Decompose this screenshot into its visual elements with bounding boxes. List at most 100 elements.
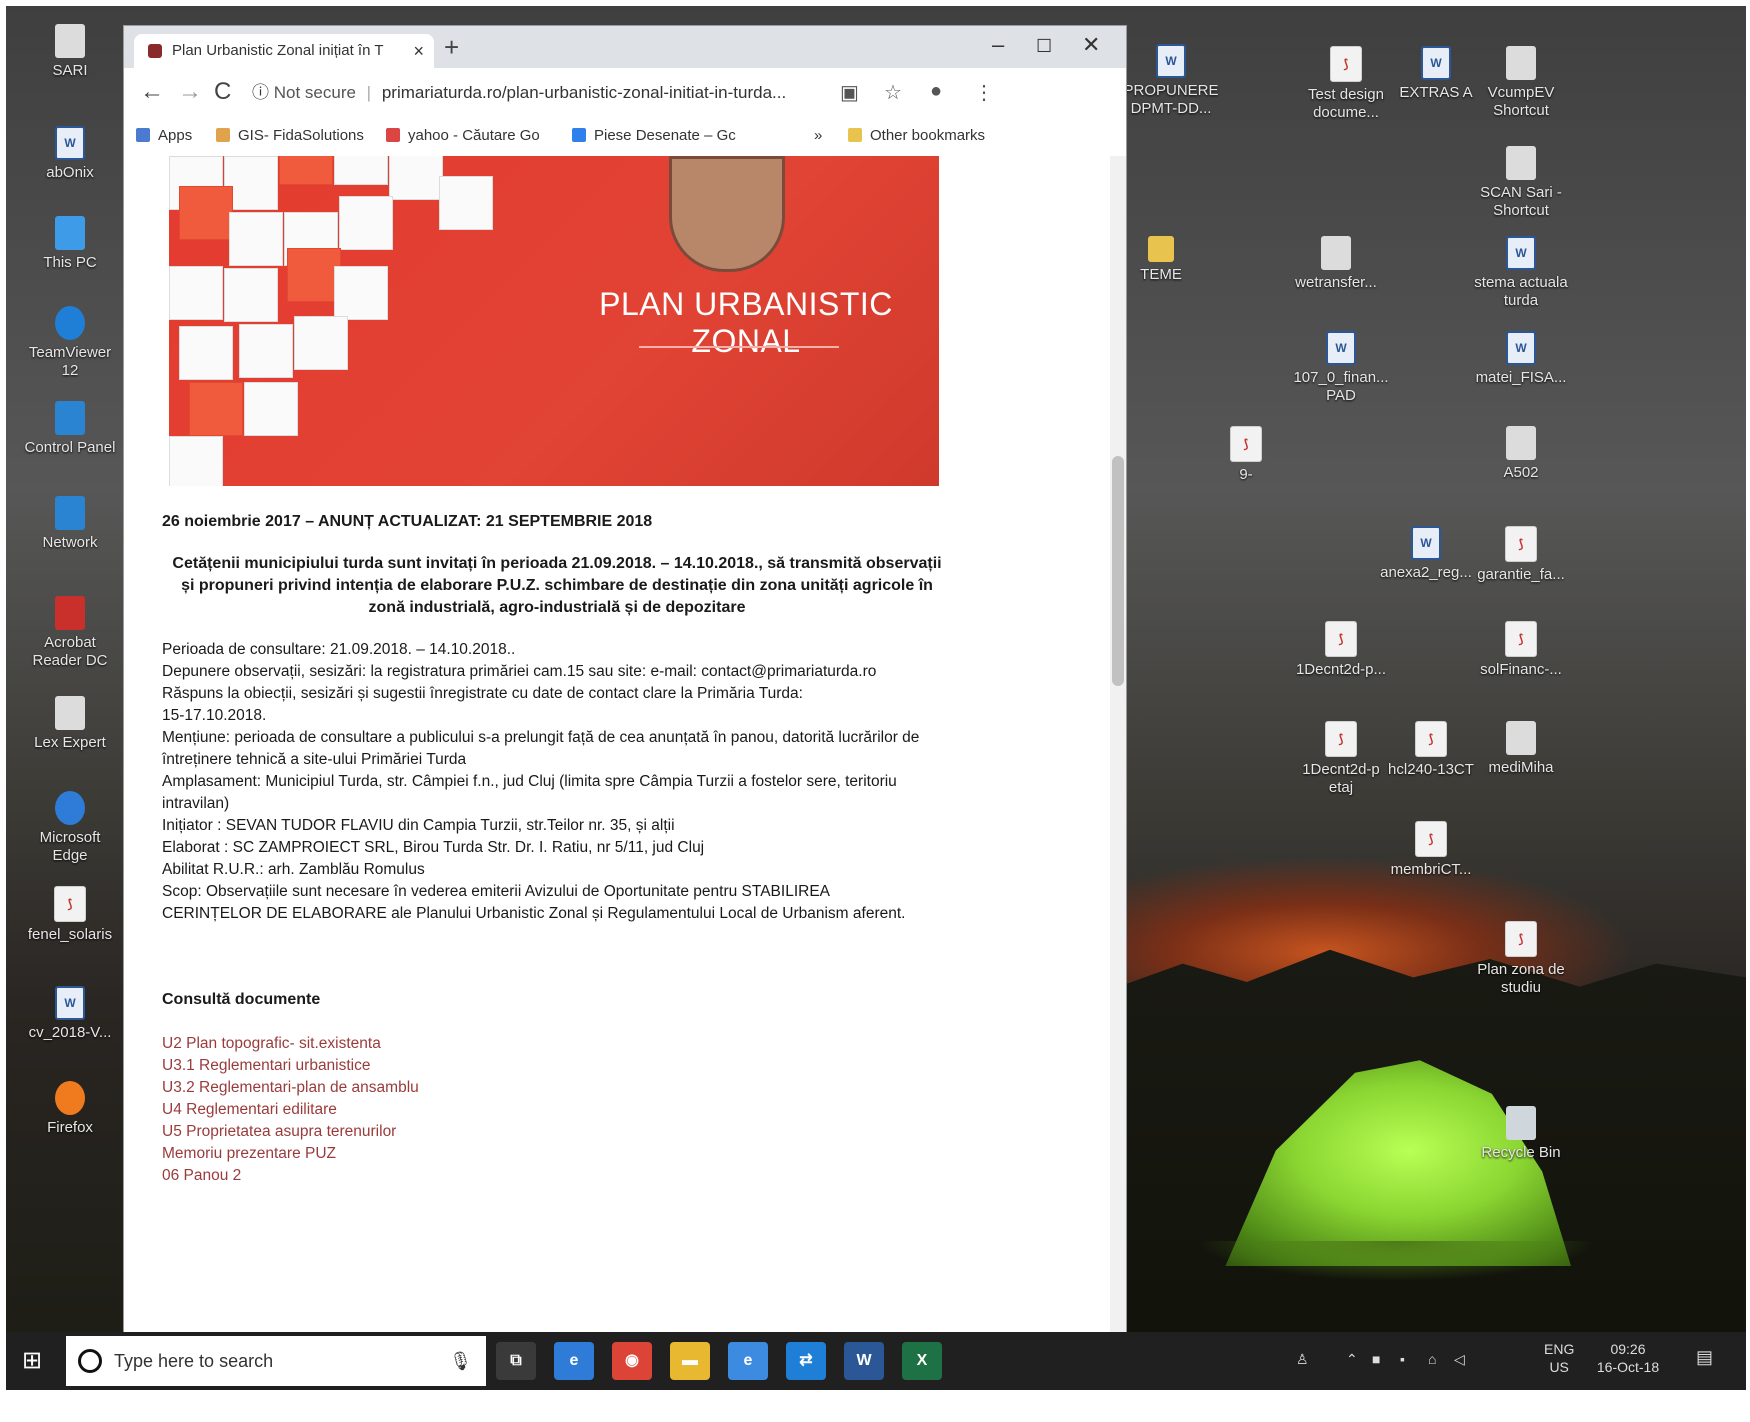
desktop-icon-right-16[interactable]: ⟆ 1Decnt2d-p etaj [1291,721,1391,797]
tab-close-icon[interactable]: × [413,34,424,68]
desktop-icon-right-12[interactable]: Wanexa2_reg... [1376,526,1476,582]
desktop-icon-right-0[interactable]: W PROPUNERE DPMT-DD... [1121,44,1221,118]
people-icon[interactable]: ♙ [1296,1350,1309,1368]
maximize-button[interactable]: ☐ [1036,36,1052,57]
desktop-icon-right-4[interactable]: SCAN Sari - Shortcut [1471,146,1571,220]
document-link[interactable]: U2 Plan topografic- sit.existenta [162,1033,419,1055]
bookmark-yahoo[interactable]: yahoo - Căutare Go [386,118,540,154]
desktop-icon-right-8[interactable]: W 107_0_finan... PAD [1291,331,1391,405]
desktop-icon-left-3[interactable]: TeamViewer 12 [20,306,120,380]
desktop-icon-right-11[interactable]: A502 [1471,426,1571,482]
language-indicator[interactable]: ENG US [1544,1340,1574,1376]
desktop-icon-left-0[interactable]: SARI [20,24,120,80]
teamviewer-icon[interactable]: ⇄ [786,1342,826,1380]
tray-shield-icon[interactable]: ▪ [1400,1350,1405,1368]
translate-icon[interactable]: ▣ [840,80,859,105]
bookmarks-more-button[interactable]: » [814,118,822,154]
desktop-icon-label: Control Panel [24,439,116,456]
bookmark-label: GIS- FidaSolutions [238,127,364,144]
desktop-icon-right-6[interactable]: wetransfer... [1286,236,1386,292]
desktop-icon-label: 9- [1239,466,1253,483]
document-link[interactable]: U3.2 Reglementari-plan de ansamblu [162,1077,419,1099]
desktop-icon-right-21[interactable]: Recycle Bin [1471,1106,1571,1162]
desktop-icon-left-4[interactable]: Control Panel [20,401,120,457]
desktop-icon-left-8[interactable]: Microsoft Edge [20,791,120,865]
reload-button[interactable]: C [214,78,231,106]
desktop-icon-left-7[interactable]: Lex Expert [20,696,120,752]
desktop-icon-right-14[interactable]: ⟆ 1Decnt2d-p... [1291,621,1391,679]
ie-icon[interactable]: e [728,1342,768,1380]
bookmark-star-icon[interactable]: ☆ [884,80,902,105]
detail-line: Inițiator : SEVAN TUDOR FLAVIU din Campi… [162,817,675,834]
desktop-icon-right-20[interactable]: ⟆ Plan zona de studiu [1471,921,1571,997]
desktop-icon-right-18[interactable]: mediMiha [1471,721,1571,777]
document-link[interactable]: Memoriu prezentare PUZ [162,1143,419,1165]
excel-icon[interactable]: X [902,1342,942,1380]
desktop-icon-label: stema actuala turda [1474,274,1568,309]
file-explorer-icon[interactable]: ▬ [670,1342,710,1380]
desktop-icon-left-10[interactable]: Wcv_2018-V... [20,986,120,1042]
microphone-icon[interactable]: 🎙 [449,1336,472,1386]
new-tab-button[interactable]: + [444,32,459,63]
browser-toolbar: ← → C ⓘ Not secure | primariaturda.ro/pl… [124,68,1126,119]
scrollbar-thumb[interactable] [1112,456,1124,686]
desktop-icon-left-9[interactable]: ⟆ fenel_solaris [20,886,120,944]
desktop-icon-label: garantie_fa... [1477,566,1565,583]
notifications-icon[interactable]: ▤ [1696,1348,1713,1366]
tray-app-icon[interactable]: ■ [1372,1350,1380,1368]
forward-button[interactable]: → [178,78,202,106]
close-window-button[interactable]: ✕ [1082,32,1100,58]
desktop-icon-right-7[interactable]: Wstema actuala turda [1471,236,1571,310]
desktop-icon-right-13[interactable]: ⟆ garantie_fa... [1471,526,1571,584]
document-link[interactable]: 06 Panou 2 [162,1165,419,1187]
desktop-icon-right-17[interactable]: ⟆ hcl240-13CT [1381,721,1481,779]
bookmark-drive[interactable]: Piese Desenate – Gc [572,118,736,154]
desktop-icon-right-1[interactable]: ⟆ Test design docume... [1296,46,1396,122]
taskbar-search[interactable]: Type here to search 🎙 [66,1336,486,1386]
other-bookmarks[interactable]: Other bookmarks [848,118,985,154]
pdf-file-icon: ⟆ [1505,921,1537,957]
word-doc-icon: W [1506,331,1536,365]
teamviewer-icon [55,306,85,340]
volume-icon[interactable]: ◁ [1454,1350,1465,1368]
desktop-icon-label: 1Decnt2d-p etaj [1302,761,1380,796]
clock[interactable]: 09:26 16-Oct-18 [1588,1340,1668,1376]
network-tray-icon[interactable]: ⌂ [1428,1350,1436,1368]
intro-line: zonă industrială, agro-industrială și de… [368,599,746,616]
info-icon[interactable]: ⓘ [252,83,269,102]
desktop-icon-left-2[interactable]: This PC [20,216,120,272]
tray-chevron-icon[interactable]: ⌃ [1346,1350,1358,1368]
desktop-icon-left-5[interactable]: Network [20,496,120,552]
bookmark-label: yahoo - Căutare Go [408,127,540,144]
minimize-button[interactable]: – [992,32,1004,58]
url-text[interactable]: primariaturda.ro/plan-urbanistic-zonal-i… [382,83,786,102]
bookmark-gis[interactable]: GIS- FidaSolutions [216,118,364,154]
profile-icon[interactable]: ● [930,80,942,103]
page-scrollbar[interactable] [1110,156,1126,1346]
desktop-icon-left-6[interactable]: Acrobat Reader DC [20,596,120,670]
back-button[interactable]: ← [140,78,164,106]
banner-tile [179,186,233,240]
desktop-icon-right-9[interactable]: Wmatei_FISA... [1471,331,1571,387]
desktop-icon-right-3[interactable]: VcumpEV Shortcut [1471,46,1571,120]
document-link[interactable]: U5 Proprietatea asupra terenurilor [162,1121,419,1143]
desktop-icon-right-10[interactable]: ⟆ 9- [1196,426,1296,484]
start-button-windows-icon[interactable]: ⊞ [22,1346,52,1376]
documents-list: U2 Plan topografic- sit.existenta U3.1 R… [162,1033,419,1187]
desktop-icon-left-11[interactable]: Firefox [20,1081,120,1137]
menu-kebab-icon[interactable]: ⋮ [974,80,994,105]
chrome-icon[interactable]: ◉ [612,1342,652,1380]
desktop-icon-right-5[interactable]: TEME [1111,236,1211,284]
cortana-icon [78,1349,102,1373]
desktop-icon-right-19[interactable]: ⟆ membriCT... [1381,821,1481,879]
task-view-icon[interactable]: ⧉ [496,1342,536,1380]
desktop-icon-left-1[interactable]: WabOnix [20,126,120,182]
document-link[interactable]: U3.1 Reglementari urbanistice [162,1055,419,1077]
document-link[interactable]: U4 Reglementari edilitare [162,1099,419,1121]
edge-icon[interactable]: e [554,1342,594,1380]
browser-tab[interactable]: Plan Urbanistic Zonal inițiat în T × [134,34,434,68]
banner-tile [179,326,233,380]
desktop-icon-right-15[interactable]: ⟆ solFinanc-... [1471,621,1571,679]
bookmark-apps[interactable]: Apps [136,118,192,154]
word-icon[interactable]: W [844,1342,884,1380]
